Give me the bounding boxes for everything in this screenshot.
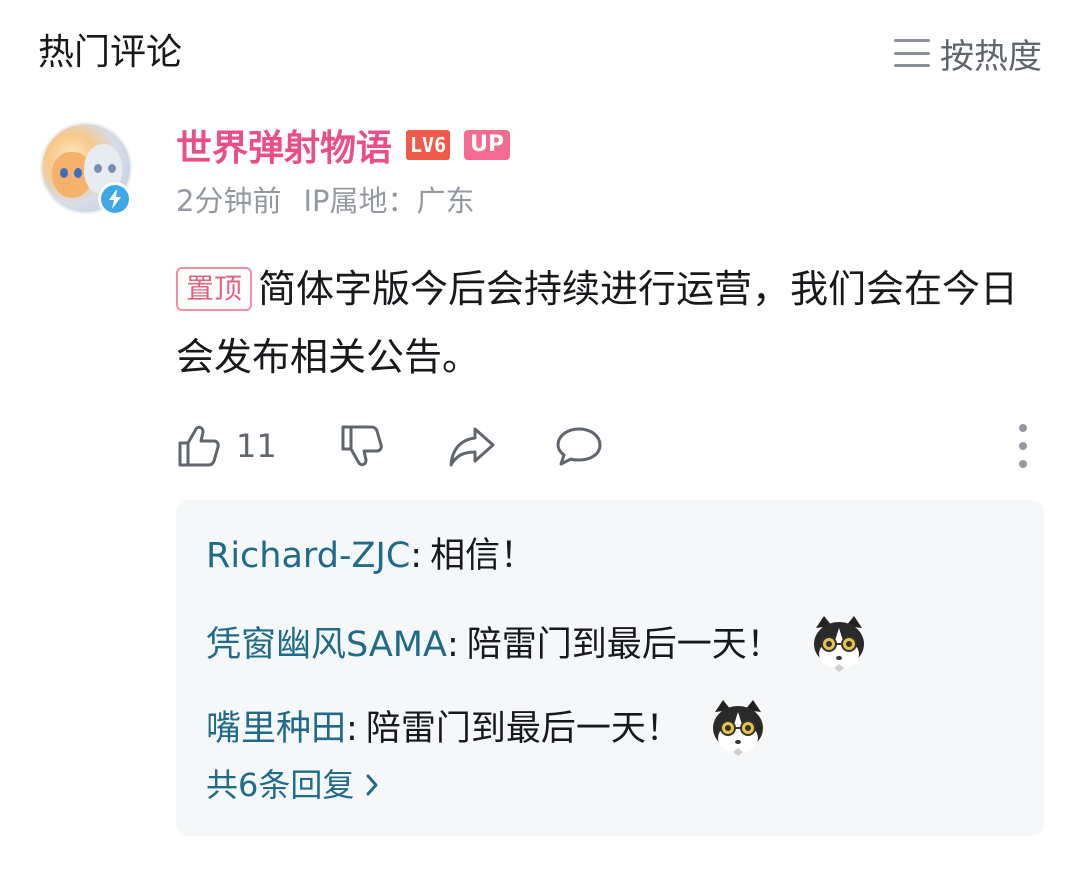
thumbs-down-icon [341, 425, 383, 467]
like-count: 11 [236, 427, 277, 465]
comment-bubble-icon [556, 427, 602, 466]
pinned-tag: 置顶 [176, 267, 253, 311]
share-arrow-icon [449, 427, 495, 467]
share-button[interactable] [447, 423, 497, 469]
chevron-right-icon [366, 774, 378, 796]
view-all-replies-label: 共6条回复 [206, 766, 355, 804]
comment-ip-location: IP属地：广东 [303, 184, 475, 218]
sort-by-hot-button[interactable]: 按热度 [894, 30, 1042, 77]
comment-username[interactable]: 世界弹射物语 [176, 119, 392, 171]
reply-text: 相信！ [430, 536, 536, 576]
reply-text: 陪雷门到最后一天！ [365, 709, 681, 749]
comment-action-bar: 11 [176, 418, 1036, 474]
reply-item[interactable]: Richard-ZJC: 相信！ [206, 532, 535, 580]
reply-text: 陪雷门到最后一天！ [466, 625, 782, 665]
reply-item[interactable]: 凭窗幽风SAMA: 陪雷门到最后一天！ [206, 614, 870, 676]
cat-sunglasses-sticker-icon [712, 700, 763, 756]
replies-panel: Richard-ZJC: 相信！ 凭窗幽风SAMA: 陪雷门到最后一天！ 嘴里种田:… [176, 500, 1044, 836]
level-badge: LV6 [406, 130, 451, 160]
more-options-icon[interactable] [1016, 424, 1030, 468]
comment-meta: 2分钟前 IP属地：广东 [176, 178, 475, 220]
reply-username[interactable]: Richard-ZJC [206, 532, 410, 580]
dislike-button[interactable] [339, 423, 385, 469]
reply-item[interactable]: 嘴里种田: 陪雷门到最后一天！ [206, 698, 769, 760]
comment-author-line: 世界弹射物语 LV6 UP [176, 119, 511, 171]
section-title: 热门评论 [38, 32, 183, 73]
reply-username[interactable]: 凭窗幽风SAMA [206, 621, 447, 669]
cat-sunglasses-sticker-icon [813, 616, 864, 672]
reply-button[interactable] [555, 423, 603, 469]
reply-username[interactable]: 嘴里种田 [206, 705, 346, 753]
up-badge: UP [464, 130, 511, 160]
comment-text: 简体字版今后会持续进行运营，我们会在今日会发布相关公告。 [176, 267, 1019, 379]
like-button[interactable]: 11 [176, 423, 277, 469]
comment-content: 置顶 简体字版今后会持续进行运营，我们会在今日会发布相关公告。 [176, 255, 1046, 391]
comment-time: 2分钟前 [176, 184, 282, 218]
verified-lightning-icon [98, 182, 132, 216]
view-all-replies-link[interactable]: 共6条回复 [206, 762, 380, 808]
thumbs-up-icon [178, 425, 220, 467]
list-sort-icon [894, 39, 930, 67]
sort-label: 按热度 [940, 36, 1042, 77]
